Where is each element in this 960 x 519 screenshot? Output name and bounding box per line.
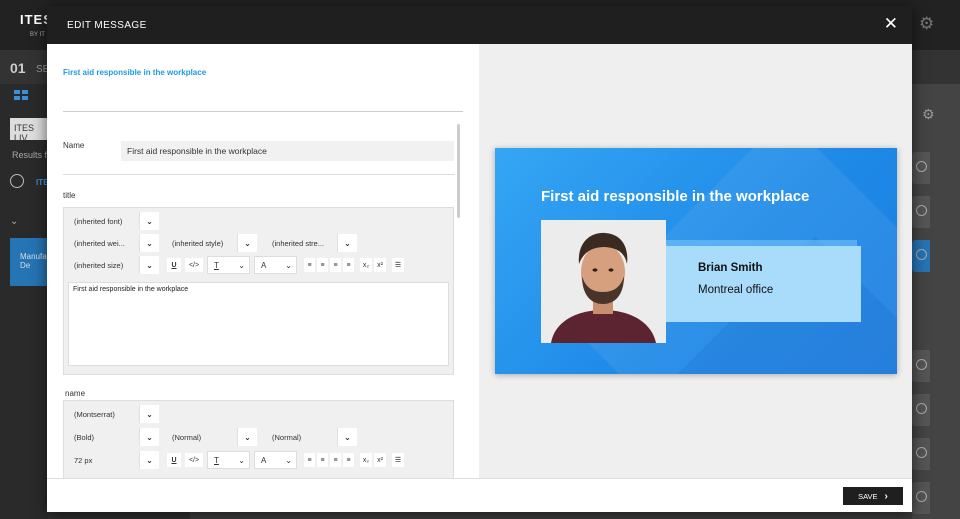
divider bbox=[63, 111, 463, 112]
name-input[interactable] bbox=[121, 141, 454, 161]
chevron-down-icon: ⌄ bbox=[139, 428, 159, 446]
grid-view-icon[interactable] bbox=[14, 90, 30, 102]
bullet-list-icon[interactable]: ☰ bbox=[392, 453, 404, 467]
chevron-down-icon: ⌄ bbox=[285, 455, 292, 465]
chevron-right-icon: › bbox=[884, 490, 888, 502]
align-center-icon[interactable]: ≡ bbox=[317, 258, 328, 272]
align-right-icon[interactable]: ≡ bbox=[330, 453, 341, 467]
app-results-text: Results f bbox=[12, 150, 48, 160]
app-row[interactable] bbox=[912, 350, 930, 382]
preview-person-name: Brian Smith bbox=[698, 262, 763, 274]
chevron-down-icon: ⌄ bbox=[139, 234, 159, 252]
chevron-down-icon: ⌄ bbox=[139, 256, 159, 274]
modal-header: EDIT MESSAGE ✕ bbox=[47, 6, 912, 44]
font-family-select[interactable]: (Montserrat) ⌄ bbox=[64, 405, 159, 423]
text-color-picker[interactable]: T ⌄ bbox=[207, 256, 250, 274]
title-editor: (inherited font) ⌄ (inherited wei... ⌄ (in… bbox=[63, 207, 454, 375]
code-button[interactable]: </> bbox=[185, 453, 203, 467]
superscript-button[interactable]: x² bbox=[374, 258, 386, 272]
title-section-label: title bbox=[63, 191, 76, 200]
font-family-select[interactable]: (inherited font) ⌄ bbox=[64, 212, 159, 230]
editor-pane: First aid responsible in the workplace N… bbox=[47, 44, 479, 478]
align-left-icon[interactable]: ≡ bbox=[304, 258, 315, 272]
align-justify-icon[interactable]: ≡ bbox=[343, 258, 354, 272]
preview-person-office: Montreal office bbox=[698, 284, 774, 296]
message-preview: First aid responsible in the workplace B… bbox=[495, 148, 897, 374]
name-label: Name bbox=[63, 141, 85, 150]
person-photo bbox=[541, 220, 666, 343]
app-row[interactable] bbox=[912, 482, 930, 514]
highlight-color-picker[interactable]: A ⌄ bbox=[254, 451, 297, 469]
chevron-down-icon: ⌄ bbox=[139, 405, 159, 423]
title-text-area[interactable]: First aid responsible in the workplace bbox=[68, 282, 449, 366]
chevron-down-icon: ⌄ bbox=[238, 260, 245, 270]
modal-title: EDIT MESSAGE bbox=[67, 19, 147, 31]
app-logo-subtitle: BY IT bbox=[30, 32, 45, 38]
app-row[interactable] bbox=[912, 240, 930, 272]
subscript-button[interactable]: x₂ bbox=[360, 453, 372, 467]
subscript-button[interactable]: x₂ bbox=[360, 258, 372, 272]
chevron-down-icon: ⌄ bbox=[237, 428, 257, 446]
font-style-select[interactable]: (inherited style) ⌄ bbox=[162, 234, 257, 252]
align-left-icon[interactable]: ≡ bbox=[304, 453, 315, 467]
app-live-button[interactable]: ITES LIV bbox=[10, 118, 50, 143]
app-card[interactable]: Manufa De bbox=[10, 238, 50, 286]
preview-title: First aid responsible in the workplace bbox=[541, 188, 810, 205]
chevron-down-icon: ⌄ bbox=[285, 260, 292, 270]
chevron-down-icon: ⌄ bbox=[237, 234, 257, 252]
chevron-down-icon: ⌄ bbox=[337, 428, 357, 446]
chevron-down-icon: ⌄ bbox=[238, 455, 245, 465]
font-style-select[interactable]: (Normal) ⌄ bbox=[162, 428, 257, 446]
edit-message-modal: EDIT MESSAGE ✕ First aid responsible in … bbox=[47, 6, 912, 512]
divider bbox=[63, 174, 455, 175]
portrait-image bbox=[541, 220, 666, 343]
align-right-icon[interactable]: ≡ bbox=[330, 258, 341, 272]
code-button[interactable]: </> bbox=[185, 258, 203, 272]
underline-button[interactable]: U bbox=[167, 258, 181, 272]
text-color-picker[interactable]: T ⌄ bbox=[207, 451, 250, 469]
chevron-down-icon[interactable]: ⌄ bbox=[10, 216, 18, 227]
superscript-button[interactable]: x² bbox=[374, 453, 386, 467]
bullet-list-icon[interactable]: ☰ bbox=[392, 258, 404, 272]
settings-gear-icon[interactable]: ⚙ bbox=[922, 106, 935, 123]
font-weight-select[interactable]: (inherited wei... ⌄ bbox=[64, 234, 159, 252]
app-row[interactable] bbox=[912, 196, 930, 228]
highlight-color-picker[interactable]: A ⌄ bbox=[254, 256, 297, 274]
align-justify-icon[interactable]: ≡ bbox=[343, 453, 354, 467]
font-stretch-select[interactable]: (inherited stre... ⌄ bbox=[262, 234, 357, 252]
collapse-icon[interactable] bbox=[10, 174, 24, 188]
name-editor: (Montserrat) ⌄ (Bold) ⌄ (Normal) ⌄ (Normal)… bbox=[63, 400, 454, 478]
font-weight-select[interactable]: (Bold) ⌄ bbox=[64, 428, 159, 446]
chevron-down-icon: ⌄ bbox=[139, 212, 159, 230]
align-center-icon[interactable]: ≡ bbox=[317, 453, 328, 467]
app-row[interactable] bbox=[912, 152, 930, 184]
name-section-label: name bbox=[65, 389, 86, 398]
app-row[interactable] bbox=[912, 438, 930, 470]
modal-footer: SAVE › bbox=[47, 478, 912, 512]
message-heading: First aid responsible in the workplace bbox=[63, 68, 207, 77]
save-button[interactable]: SAVE › bbox=[843, 487, 903, 505]
font-size-select[interactable]: 72 px ⌄ bbox=[64, 451, 159, 469]
app-gear-icon[interactable]: ⚙ bbox=[919, 14, 934, 34]
app-step-number: 01 bbox=[10, 60, 26, 76]
underline-button[interactable]: U bbox=[167, 453, 181, 467]
chevron-down-icon: ⌄ bbox=[337, 234, 357, 252]
close-icon[interactable]: ✕ bbox=[884, 14, 898, 34]
font-size-select[interactable]: (inherited size) ⌄ bbox=[64, 256, 159, 274]
scrollbar[interactable] bbox=[457, 124, 460, 218]
chevron-down-icon: ⌄ bbox=[139, 451, 159, 469]
app-row[interactable] bbox=[912, 394, 930, 426]
font-stretch-select[interactable]: (Normal) ⌄ bbox=[262, 428, 357, 446]
